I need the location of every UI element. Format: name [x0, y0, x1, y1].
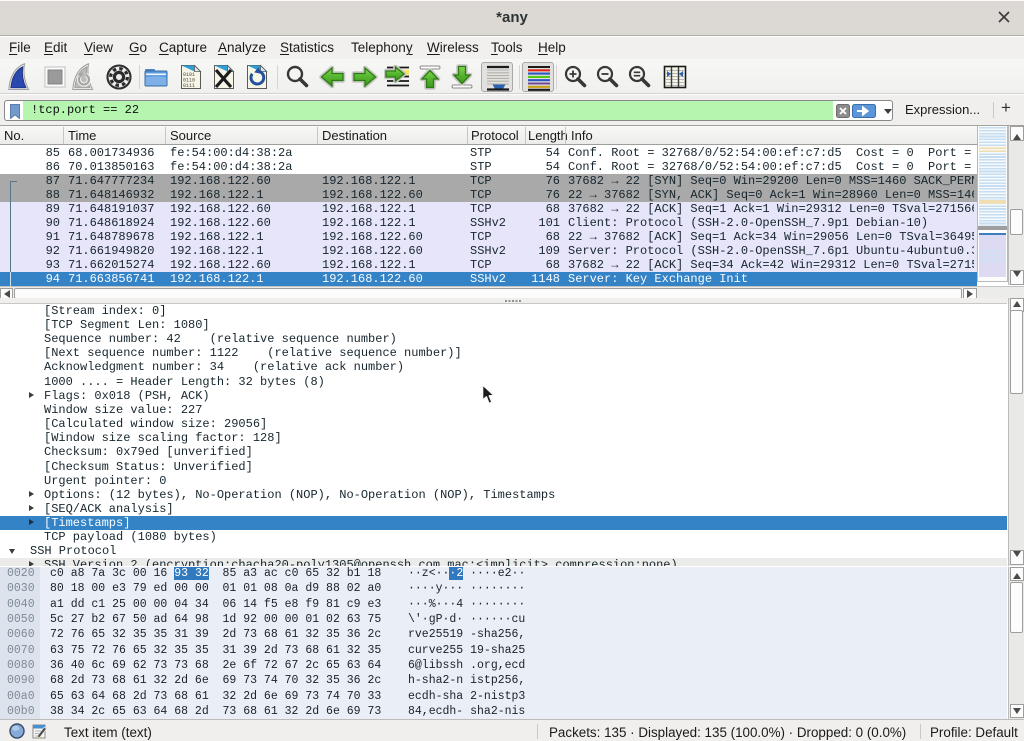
svg-text:0111: 0111 [183, 83, 195, 89]
